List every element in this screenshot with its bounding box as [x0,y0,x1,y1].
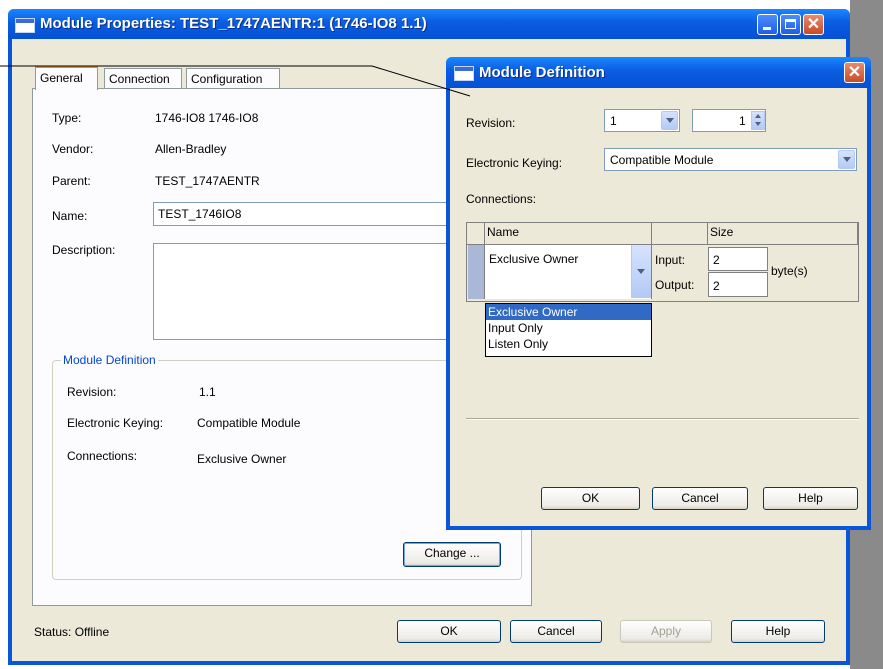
output-label: Output: [655,278,695,292]
status-text: Status: Offline [34,625,110,639]
group-keying-label: Electronic Keying: [67,416,164,430]
tab-general[interactable]: General [35,66,98,90]
parent-label: Parent: [52,174,91,188]
revision-major-value: 1 [610,114,617,128]
revision-major-select[interactable]: 1 [604,109,680,132]
dialog-keying-label: Electronic Keying: [466,156,563,170]
main-title-bar[interactable]: Module Properties: TEST_1747AENTR:1 (174… [8,9,850,39]
input-size-field[interactable]: 2 [708,247,768,271]
dialog-window-icon [454,66,474,81]
revision-minor-value: 1 [739,114,746,128]
cancel-button[interactable]: Cancel [510,620,602,643]
input-label: Input: [655,253,686,267]
vendor-value: Allen-Bradley [155,142,227,156]
group-keying-value: Compatible Module [197,416,301,430]
dropdown-option-input-only[interactable]: Input Only [486,320,651,336]
description-textarea[interactable] [153,243,453,340]
ok-button[interactable]: OK [397,620,501,643]
revision-minor-spinner[interactable]: 1 [692,109,766,132]
grid-header-size: Size [708,223,858,245]
dialog-help-button[interactable]: Help [763,487,858,510]
connection-name-cell[interactable]: Exclusive Owner [485,245,652,299]
connection-name-value: Exclusive Owner [489,252,579,266]
group-connections-value: Exclusive Owner [197,452,287,466]
name-input[interactable]: TEST_1746IO8 [153,202,453,226]
maximize-icon[interactable] [780,14,801,35]
size-unit-label: byte(s) [771,264,808,278]
type-value: 1746-IO8 1746-IO8 [155,111,259,125]
dialog-close-icon[interactable]: ✕ [844,62,865,83]
change-button[interactable]: Change ... [403,542,501,567]
dropdown-option-exclusive-owner[interactable]: Exclusive Owner [486,304,651,320]
keying-select-value: Compatible Module [610,153,714,167]
connection-dropdown-icon[interactable] [631,245,651,298]
spinner-icon[interactable] [751,111,765,130]
close-icon[interactable]: ✕ [803,14,824,35]
connection-dropdown-list: Exclusive Owner Input Only Listen Only [485,303,652,357]
dropdown-option-listen-only[interactable]: Listen Only [486,336,651,352]
row-selector[interactable] [468,245,485,299]
apply-button[interactable]: Apply [620,620,712,643]
dialog-separator [466,418,859,420]
tab-connection[interactable]: Connection [104,68,182,88]
vendor-label: Vendor: [52,142,94,156]
type-label: Type: [52,111,82,125]
name-label: Name: [52,209,88,223]
group-revision-label: Revision: [67,385,117,399]
grid-corner-header [467,223,485,245]
main-window-title: Module Properties: TEST_1747AENTR:1 (174… [40,15,427,32]
output-size-field[interactable]: 2 [708,272,768,297]
output-size-value: 2 [713,279,720,293]
connections-grid: Name Size Exclusive Owner Input: 2 Outpu… [466,222,859,302]
group-connections-label: Connections: [67,449,138,463]
keying-select[interactable]: Compatible Module [604,148,857,171]
group-revision-value: 1.1 [199,385,216,399]
help-button[interactable]: Help [731,620,825,643]
keying-dropdown-icon[interactable] [838,150,855,169]
dialog-connections-label: Connections: [466,192,537,206]
dialog-revision-label: Revision: [466,116,516,130]
grid-header-name: Name [485,223,652,245]
input-size-value: 2 [713,253,720,267]
parent-value: TEST_1747AENTR [155,174,260,188]
minimize-icon[interactable] [757,14,778,35]
revision-major-dropdown-icon[interactable] [661,111,678,130]
name-input-value: TEST_1746IO8 [158,207,242,221]
dialog-title: Module Definition [479,64,605,81]
dialog-cancel-button[interactable]: Cancel [652,487,748,510]
tab-configuration[interactable]: Configuration [186,68,280,88]
description-label: Description: [52,243,116,257]
dialog-title-bar[interactable]: Module Definition ✕ [446,57,871,88]
dialog-ok-button[interactable]: OK [541,487,640,510]
grid-header-size-spacer [652,223,708,245]
window-icon [15,18,35,33]
module-definition-group-title: Module Definition [61,353,158,367]
